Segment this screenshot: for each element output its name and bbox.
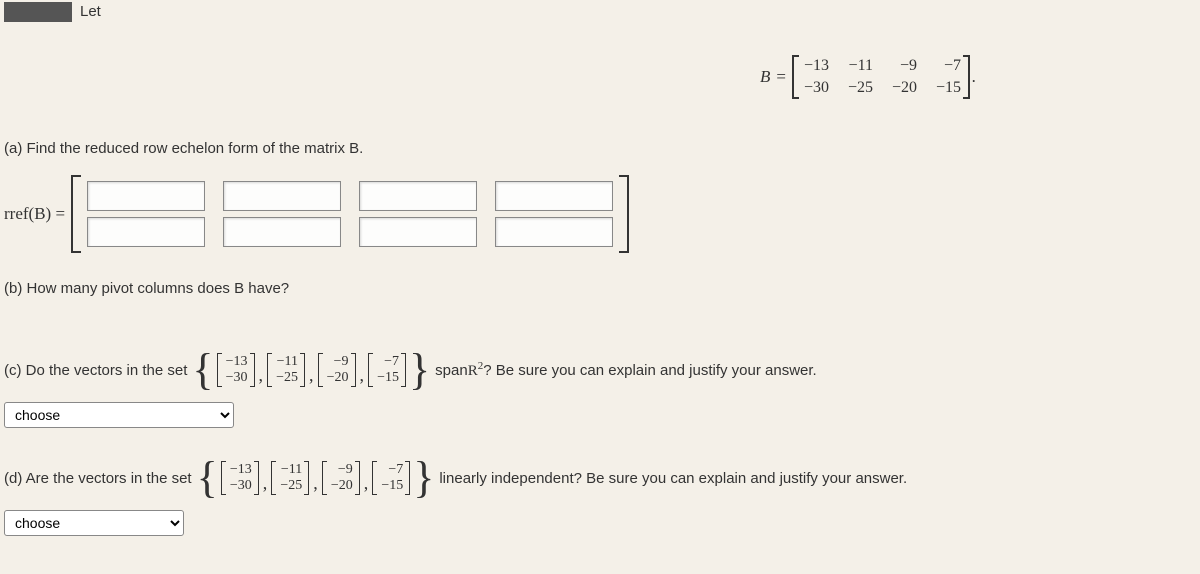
matrix-cell: −30 — [801, 79, 829, 97]
question-c-row: (c) Do the vectors in the set { −13−30 ,… — [4, 350, 817, 390]
vec-val: −20 — [329, 478, 353, 494]
rref-input-1-3[interactable] — [495, 217, 613, 247]
question-c-prefix: (c) Do the vectors in the set — [4, 362, 187, 379]
matrix-cell: −9 — [889, 57, 917, 75]
rref-input-0-3[interactable] — [495, 181, 613, 211]
rref-input-1-0[interactable] — [87, 217, 205, 247]
vector-set-d: { −13−30 , −11−25 , −9−20 , −7−15 } — [196, 458, 436, 498]
matrix-b-definition: B = −13 −11 −9 −7 −30 −25 −20 −15 . — [760, 55, 976, 99]
rref-input-1-1[interactable] — [223, 217, 341, 247]
right-brace-icon: } — [412, 458, 435, 498]
vec-val: −15 — [379, 478, 403, 494]
vec-val: −13 — [228, 462, 252, 478]
highlight-block — [4, 2, 72, 22]
vec-val: −7 — [375, 354, 399, 370]
question-a-text: (a) Find the reduced row echelon form of… — [4, 140, 363, 157]
r-symbol: R — [468, 363, 478, 379]
matrix-cell: −25 — [845, 79, 873, 97]
matrix-cell: −20 — [889, 79, 917, 97]
question-b-text: (b) How many pivot columns does B have? — [4, 280, 289, 297]
matrix-cell: −15 — [933, 79, 961, 97]
vector-set-c: { −13−30 , −11−25 , −9−20 , −7−15 } — [191, 350, 431, 390]
period: . — [970, 67, 976, 87]
rref-input-0-0[interactable] — [87, 181, 205, 211]
rref-input-0-1[interactable] — [223, 181, 341, 211]
question-c-span: span — [435, 362, 468, 379]
matrix-b: −13 −11 −9 −7 −30 −25 −20 −15 — [792, 55, 970, 99]
vec-val: −13 — [224, 354, 248, 370]
vec-val: −7 — [379, 462, 403, 478]
choose-select-d[interactable]: choose — [4, 510, 184, 536]
matrix-cell: −11 — [845, 57, 873, 75]
rref-label: rref(B) = — [4, 204, 65, 224]
rref-input-1-2[interactable] — [359, 217, 477, 247]
vec-val: −9 — [325, 354, 349, 370]
comma: , — [313, 473, 318, 498]
vec-val: −30 — [224, 370, 248, 386]
vec-val: −11 — [274, 354, 298, 370]
right-brace-icon: } — [408, 350, 431, 390]
question-c-suffix: ? Be sure you can explain and justify yo… — [483, 362, 817, 379]
question-d-suffix: linearly independent? Be sure you can ex… — [439, 470, 907, 487]
vec-val: −20 — [325, 370, 349, 386]
vec-val: −30 — [228, 478, 252, 494]
left-brace-icon: { — [196, 458, 219, 498]
matrix-b-symbol: B — [760, 67, 770, 87]
comma: , — [259, 365, 264, 390]
comma: , — [364, 473, 369, 498]
question-d-row: (d) Are the vectors in the set { −13−30 … — [4, 458, 907, 498]
let-label: Let — [80, 3, 101, 20]
left-brace-icon: { — [191, 350, 214, 390]
comma: , — [360, 365, 365, 390]
vec-val: −15 — [375, 370, 399, 386]
equals-sign: = — [776, 67, 786, 87]
matrix-cell: −13 — [801, 57, 829, 75]
comma: , — [263, 473, 268, 498]
vec-val: −11 — [278, 462, 302, 478]
matrix-cell: −7 — [933, 57, 961, 75]
rref-matrix — [71, 175, 629, 253]
rref-answer-row: rref(B) = — [4, 175, 629, 253]
vec-val: −25 — [274, 370, 298, 386]
comma: , — [309, 365, 314, 390]
choose-select-c[interactable]: choose — [4, 402, 234, 428]
vec-val: −9 — [329, 462, 353, 478]
question-d-prefix: (d) Are the vectors in the set — [4, 470, 192, 487]
vec-val: −25 — [278, 478, 302, 494]
rref-input-0-2[interactable] — [359, 181, 477, 211]
